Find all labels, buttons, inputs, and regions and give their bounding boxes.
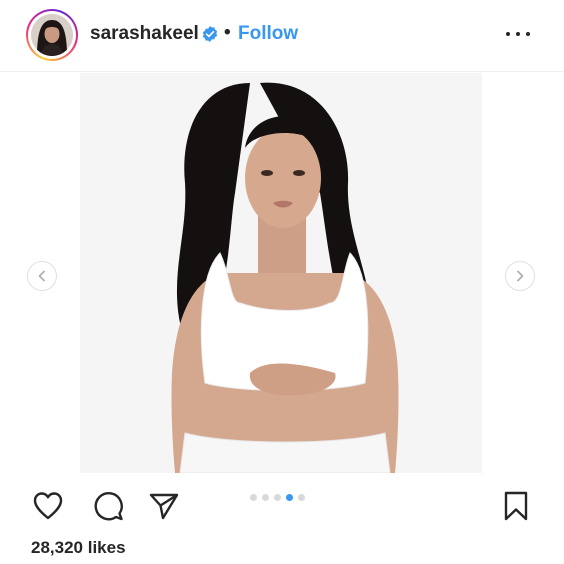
post-actions (0, 478, 564, 534)
heart-icon[interactable] (32, 490, 64, 522)
follow-button[interactable]: Follow (238, 23, 298, 45)
verified-badge-icon (202, 26, 218, 42)
avatar[interactable] (26, 9, 78, 61)
carousel-dot (274, 494, 281, 501)
post-media (0, 73, 564, 476)
post-photo[interactable] (80, 73, 482, 473)
username[interactable]: sarashakeel (90, 23, 199, 45)
comment-icon[interactable] (92, 490, 124, 522)
bookmark-icon[interactable] (500, 490, 532, 522)
chevron-right-icon (517, 270, 524, 282)
paper-plane-icon[interactable] (148, 490, 180, 522)
previous-slide-button[interactable] (27, 261, 57, 291)
more-options-icon[interactable] (506, 26, 530, 42)
separator-dot: • (224, 22, 231, 43)
post-header: sarashakeel • Follow (0, 0, 564, 72)
carousel-dot (298, 494, 305, 501)
next-slide-button[interactable] (505, 261, 535, 291)
carousel-dot (286, 494, 293, 501)
likes-count[interactable]: 28,320 likes (31, 538, 126, 558)
chevron-left-icon (38, 270, 45, 282)
carousel-dot (250, 494, 257, 501)
carousel-dot (262, 494, 269, 501)
avatar-image (31, 14, 73, 56)
carousel-indicator (250, 494, 305, 501)
